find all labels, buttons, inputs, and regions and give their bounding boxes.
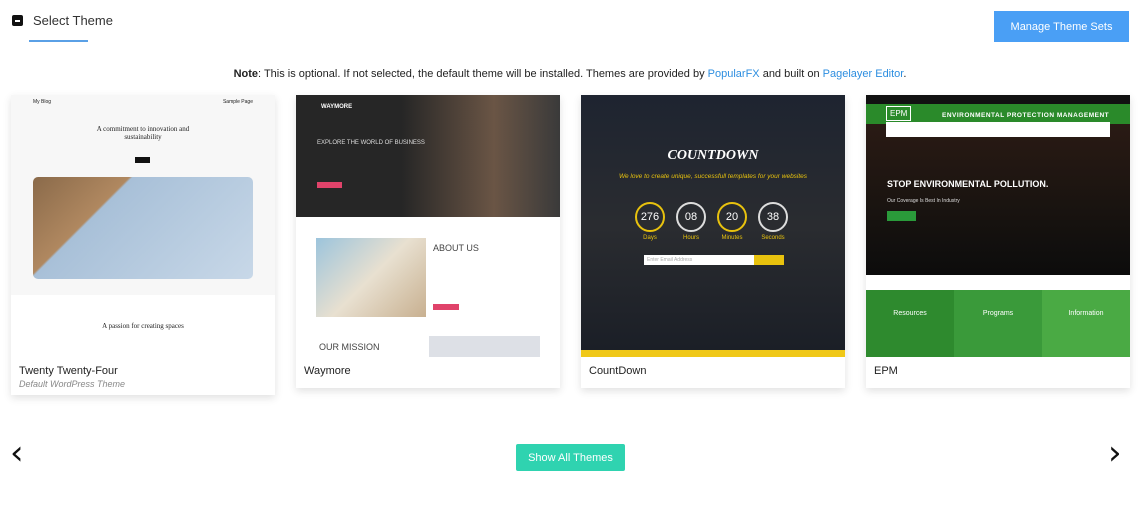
note-middle: and built on [759,68,823,80]
preview-tagline: We love to create unique, successfull te… [618,173,808,180]
timer-label: Days [643,235,657,241]
timer-seconds: 38 [758,202,788,232]
preview-hero: STOP ENVIRONMENTAL POLLUTION. [887,179,1049,189]
show-all-themes-button[interactable]: Show All Themes [516,444,625,471]
preview-col: Information [1042,290,1130,357]
manage-theme-sets-button[interactable]: Manage Theme Sets [994,11,1129,42]
theme-card-waymore[interactable]: WAYMORE EXPLORE THE WORLD OF BUSINESS AB… [296,95,560,388]
timer-hours: 08 [676,202,706,232]
timer-minutes: 20 [717,202,747,232]
preview-logo: EPM [886,106,912,121]
note-label: Note [233,68,259,80]
preview-headline: A commitment to innovation and sustainab… [96,125,190,141]
popularfx-link[interactable]: PopularFX [708,68,760,80]
theme-preview: WAYMORE EXPLORE THE WORLD OF BUSINESS AB… [296,95,560,357]
preview-col: Resources [866,290,954,357]
theme-name: EPM [874,365,898,377]
theme-name: Waymore [304,365,351,377]
theme-preview: COUNTDOWN We love to create unique, succ… [581,95,845,357]
chevron-right-icon[interactable]: › [1108,436,1122,470]
preview-col: Programs [954,290,1042,357]
timer-days: 276 [635,202,665,232]
collapse-icon[interactable] [12,15,23,26]
pagelayer-link[interactable]: Pagelayer Editor [823,68,904,80]
preview-site: My Blog [33,99,52,105]
theme-preview: EPM ENVIRONMENTAL PROTECTION MANAGEMENT … [866,95,1130,357]
note-text: Note: This is optional. If not selected,… [0,68,1140,80]
theme-subtitle: Default WordPress Theme [19,379,126,389]
title-underline [29,40,88,42]
note-body: : This is optional. If not selected, the… [258,68,708,80]
preview-banner: ENVIRONMENTAL PROTECTION MANAGEMENT [942,112,1110,119]
timer-label: Minutes [721,235,743,241]
theme-name: Twenty Twenty-Four [19,365,118,377]
theme-card-twenty-twenty-four[interactable]: My Blog Sample Page A commitment to inno… [11,95,275,395]
preview-logo: WAYMORE [321,104,353,110]
preview-mission: OUR MISSION [319,342,380,352]
theme-preview: My Blog Sample Page A commitment to inno… [11,95,275,357]
theme-card-countdown[interactable]: COUNTDOWN We love to create unique, succ… [581,95,845,388]
theme-card-epm[interactable]: EPM ENVIRONMENTAL PROTECTION MANAGEMENT … [866,95,1130,388]
timer-label: Hours [682,235,699,241]
theme-name: CountDown [589,365,647,377]
preview-hero: EXPLORE THE WORLD OF BUSINESS [317,140,425,146]
preview-hero-sub: Our Coverage Is Best In Industry [887,198,960,204]
chevron-left-icon[interactable]: ‹ [10,436,24,470]
section-title: Select Theme [33,13,113,28]
preview-nav: Sample Page [222,99,253,105]
preview-about: ABOUT US [433,243,479,253]
note-end: . [903,68,907,80]
preview-title: COUNTDOWN [667,148,759,163]
preview-email: Enter Email Address [644,255,754,265]
timer-label: Seconds [761,235,785,241]
preview-section: A passion for creating spaces [102,322,184,330]
preview-image [33,177,253,279]
